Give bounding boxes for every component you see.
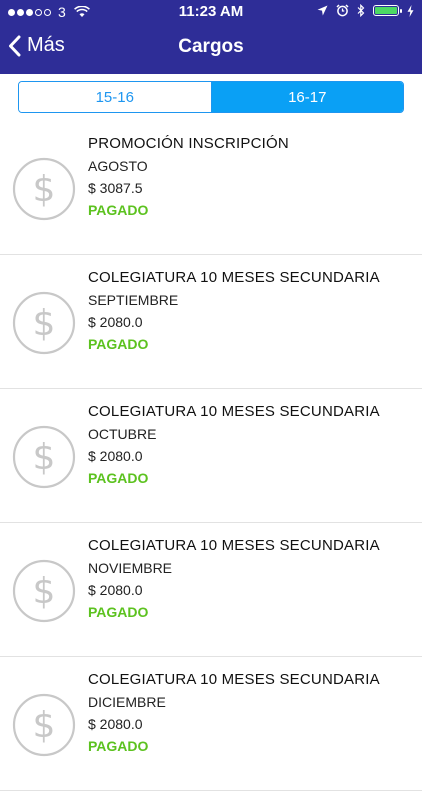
battery-icon <box>373 5 402 16</box>
page-title: Cargos <box>178 36 244 57</box>
charge-amount: $ 3087.5 <box>88 180 143 196</box>
svg-text:$: $ <box>33 571 56 612</box>
charge-details: COLEGIATURA 10 MESES SECUNDARIA NOVIEMBR… <box>88 535 380 623</box>
charge-item[interactable]: $ COLEGIATURA 10 MESES SECUNDARIA DICIEM… <box>0 657 422 791</box>
charge-details: PROMOCIÓN INSCRIPCIÓN AGOSTO $ 3087.5 PA… <box>88 133 289 221</box>
charge-month: SEPTIEMBRE <box>88 292 179 308</box>
charge-concept: COLEGIATURA 10 MESES SECUNDARIA <box>88 403 380 420</box>
charge-concept: COLEGIATURA 10 MESES SECUNDARIA <box>88 269 380 286</box>
charge-month: DICIEMBRE <box>88 694 166 710</box>
dollar-coin-icon: $ <box>12 693 76 757</box>
charge-status: PAGADO <box>88 604 149 620</box>
navigation-bar: Más Cargos <box>0 24 422 74</box>
charge-status: PAGADO <box>88 738 149 754</box>
svg-text:$: $ <box>33 437 56 478</box>
charge-item[interactable]: $ PROMOCIÓN INSCRIPCIÓN AGOSTO $ 3087.5 … <box>0 121 422 255</box>
charge-month: OCTUBRE <box>88 426 157 442</box>
charge-amount: $ 2080.0 <box>88 582 143 598</box>
location-arrow-icon <box>317 5 328 16</box>
top-bar: 3 11:23 AM Más Cargos <box>0 0 422 74</box>
charge-concept: PROMOCIÓN INSCRIPCIÓN <box>88 135 289 152</box>
dollar-coin-icon: $ <box>12 157 76 221</box>
charge-concept: COLEGIATURA 10 MESES SECUNDARIA <box>88 671 380 688</box>
charge-month: AGOSTO <box>88 158 148 174</box>
charge-details: COLEGIATURA 10 MESES SECUNDARIA OCTUBRE … <box>88 401 380 489</box>
charges-list: $ PROMOCIÓN INSCRIPCIÓN AGOSTO $ 3087.5 … <box>0 121 422 791</box>
charge-concept: COLEGIATURA 10 MESES SECUNDARIA <box>88 537 380 554</box>
charge-month: NOVIEMBRE <box>88 560 173 576</box>
dollar-coin-icon: $ <box>12 559 76 623</box>
charge-details: COLEGIATURA 10 MESES SECUNDARIA SEPTIEMB… <box>88 267 380 355</box>
charge-item[interactable]: $ COLEGIATURA 10 MESES SECUNDARIA OCTUBR… <box>0 389 422 523</box>
charge-amount: $ 2080.0 <box>88 716 143 732</box>
svg-text:$: $ <box>33 303 56 344</box>
bluetooth-icon <box>357 4 365 17</box>
status-bar: 3 11:23 AM <box>0 0 422 24</box>
charge-amount: $ 2080.0 <box>88 448 143 464</box>
dollar-coin-icon: $ <box>12 291 76 355</box>
charge-amount: $ 2080.0 <box>88 314 143 330</box>
segment-15-16[interactable]: 15-16 <box>19 82 211 112</box>
year-segmented-control: 15-16 16-17 <box>18 81 404 113</box>
charge-item[interactable]: $ COLEGIATURA 10 MESES SECUNDARIA NOVIEM… <box>0 523 422 657</box>
status-right <box>317 4 414 17</box>
charge-item[interactable]: $ COLEGIATURA 10 MESES SECUNDARIA SEPTIE… <box>0 255 422 389</box>
dollar-coin-icon: $ <box>12 425 76 489</box>
svg-text:$: $ <box>33 705 56 746</box>
charging-bolt-icon <box>407 4 414 17</box>
charge-details: COLEGIATURA 10 MESES SECUNDARIA DICIEMBR… <box>88 669 380 757</box>
alarm-clock-icon <box>336 4 349 17</box>
svg-text:$: $ <box>33 169 56 210</box>
charge-status: PAGADO <box>88 202 149 218</box>
segment-16-17[interactable]: 16-17 <box>210 82 403 112</box>
charge-status: PAGADO <box>88 470 149 486</box>
charge-status: PAGADO <box>88 336 149 352</box>
